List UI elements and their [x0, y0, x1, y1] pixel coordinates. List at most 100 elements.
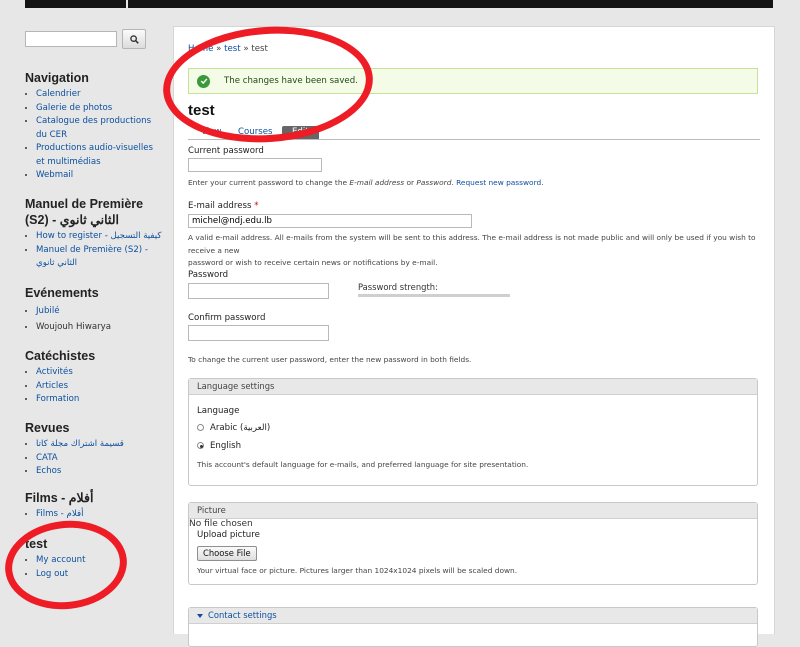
sidebar: Navigation Calendrier Galerie de photos … [25, 29, 165, 579]
radio-english[interactable] [197, 442, 204, 449]
confirm-password-field[interactable] [188, 325, 329, 341]
sidebar-item-webmail: Webmail [36, 169, 162, 183]
user-block: test My account Log out [25, 536, 85, 581]
sidebar-link[interactable]: Articles [36, 381, 68, 391]
films-block: Films - أفلام Films - أفلام [25, 490, 93, 522]
password-description: To change the current user password, ent… [188, 355, 472, 364]
desc-line: A valid e-mail address. All e-mails from… [188, 233, 756, 255]
breadcrumb-current: test [251, 44, 268, 54]
sidebar-item-log-out: Log out [36, 568, 85, 582]
manuel-block: Manuel de Première (S2) - الثاني ثانوي H… [25, 196, 165, 271]
current-password-label: Current password [188, 146, 264, 156]
chevron-down-icon [197, 613, 203, 618]
no-file-text: No file chosen [189, 519, 253, 529]
desc-text: . [541, 178, 544, 187]
radio-arabic[interactable] [197, 424, 204, 431]
sidebar-link[interactable]: How to register - كيفية التسجيل [36, 231, 161, 241]
radio-english-label[interactable]: English [210, 441, 241, 451]
search-form [25, 29, 165, 49]
search-input[interactable] [25, 31, 117, 47]
sidebar-link[interactable]: Jubilé [36, 306, 60, 316]
sidebar-link[interactable]: Manuel de Première (S2) - الثاني ثانوي [36, 245, 148, 269]
picture-description: Your virtual face or picture. Pictures l… [197, 566, 518, 575]
block-title: Catéchistes [25, 349, 96, 363]
password-strength-label: Password strength: [358, 282, 438, 292]
desc-email: E-mail address [349, 178, 405, 187]
email-field[interactable] [188, 214, 472, 228]
contact-settings-toggle[interactable]: Contact settings [208, 610, 277, 620]
picture-fieldset: Picture Upload picture Choose File No fi… [188, 502, 758, 585]
breadcrumb-separator: » [213, 44, 225, 54]
breadcrumb-test[interactable]: test [224, 44, 241, 54]
sidebar-link[interactable]: My account [36, 555, 85, 565]
sidebar-item-productions: Productions audio-visuelles et multimédi… [36, 142, 162, 169]
sidebar-link[interactable]: Galerie de photos [36, 103, 112, 113]
breadcrumb: Home » test » test [188, 44, 268, 54]
choose-file-button[interactable]: Choose File [197, 546, 257, 561]
tab-view[interactable]: View [201, 126, 221, 139]
password-strength-bar [358, 294, 510, 297]
email-label-text: E-mail address [188, 201, 252, 211]
sidebar-item-galerie: Galerie de photos [36, 102, 162, 116]
sidebar-link[interactable]: Formation [36, 394, 79, 404]
sidebar-link[interactable]: Activités [36, 367, 73, 377]
search-button[interactable] [122, 29, 146, 49]
search-icon [129, 34, 139, 44]
sidebar-item-echos: Echos [36, 465, 124, 479]
sidebar-item-activites: Activités [36, 366, 95, 380]
sidebar-item-catalogue: Catalogue des productions du CER [36, 115, 162, 142]
sidebar-link[interactable]: Echos [36, 466, 61, 476]
desc-line: password or wish to receive certain news… [188, 258, 438, 267]
page-title: test [188, 102, 215, 119]
sidebar-link[interactable]: Woujouh Hiwarya [36, 322, 111, 332]
email-label: E-mail address * [188, 201, 258, 211]
language-legend: Language settings [189, 379, 757, 395]
revues-block: Revues قسيمة اشتراك مجلة كاتا CATA Echos [25, 420, 124, 479]
password-label: Password [188, 270, 229, 280]
current-password-field[interactable] [188, 158, 322, 172]
status-text: The changes have been saved. [224, 76, 358, 86]
picture-legend: Picture [189, 503, 757, 519]
sidebar-item-register: How to register - كيفية التسجيل [36, 230, 162, 244]
sidebar-link[interactable]: قسيمة اشتراك مجلة كاتا [36, 439, 124, 449]
language-label: Language [197, 406, 240, 416]
sidebar-item-calendrier: Calendrier [36, 88, 162, 102]
sidebar-link[interactable]: Productions audio-visuelles et multimédi… [36, 143, 153, 167]
sidebar-item-manuel: Manuel de Première (S2) - الثاني ثانوي [36, 244, 162, 271]
current-password-description: Enter your current password to change th… [188, 177, 544, 190]
block-title: Films - أفلام [25, 491, 94, 505]
navigation-block: Navigation Calendrier Galerie de photos … [25, 70, 162, 183]
confirm-password-label: Confirm password [188, 313, 266, 323]
sidebar-link[interactable]: Calendrier [36, 89, 81, 99]
password-field[interactable] [188, 283, 329, 299]
check-icon [197, 74, 210, 88]
sidebar-link[interactable]: Webmail [36, 170, 73, 180]
sidebar-link[interactable]: CATA [36, 453, 58, 463]
radio-arabic-label[interactable]: Arabic (العربية) [210, 423, 270, 433]
contact-legend[interactable]: Contact settings [189, 608, 757, 624]
block-title: Revues [25, 421, 70, 435]
language-description: This account's default language for e-ma… [197, 460, 529, 469]
email-description: A valid e-mail address. All e-mails from… [188, 232, 768, 270]
contact-fieldset: Contact settings [188, 607, 758, 647]
catechistes-block: Catéchistes Activités Articles Formation [25, 348, 95, 407]
sidebar-item-jubile: Jubilé [36, 303, 111, 319]
status-message: The changes have been saved. [188, 68, 758, 94]
desc-password: Password [416, 178, 452, 187]
desc-text: or [404, 178, 417, 187]
sidebar-link[interactable]: Catalogue des productions du CER [36, 116, 151, 140]
sidebar-link[interactable]: Log out [36, 569, 68, 579]
breadcrumb-separator: » [240, 44, 252, 54]
sidebar-item-articles: Articles [36, 380, 95, 394]
evenements-block: Evénements Jubilé Woujouh Hiwarya [25, 285, 111, 335]
sidebar-link[interactable]: Films - أفلام [36, 509, 83, 519]
tab-courses[interactable]: Courses [238, 126, 272, 139]
request-password-link[interactable]: Request new password [456, 178, 541, 187]
top-bar [25, 0, 773, 8]
upload-picture-label: Upload picture [197, 530, 260, 540]
breadcrumb-home[interactable]: Home [188, 44, 213, 54]
required-marker: * [254, 201, 259, 211]
tab-bar: View Courses Edit [188, 126, 760, 140]
desc-text: Enter your current password to change th… [188, 178, 350, 187]
tab-edit[interactable]: Edit [282, 126, 319, 139]
